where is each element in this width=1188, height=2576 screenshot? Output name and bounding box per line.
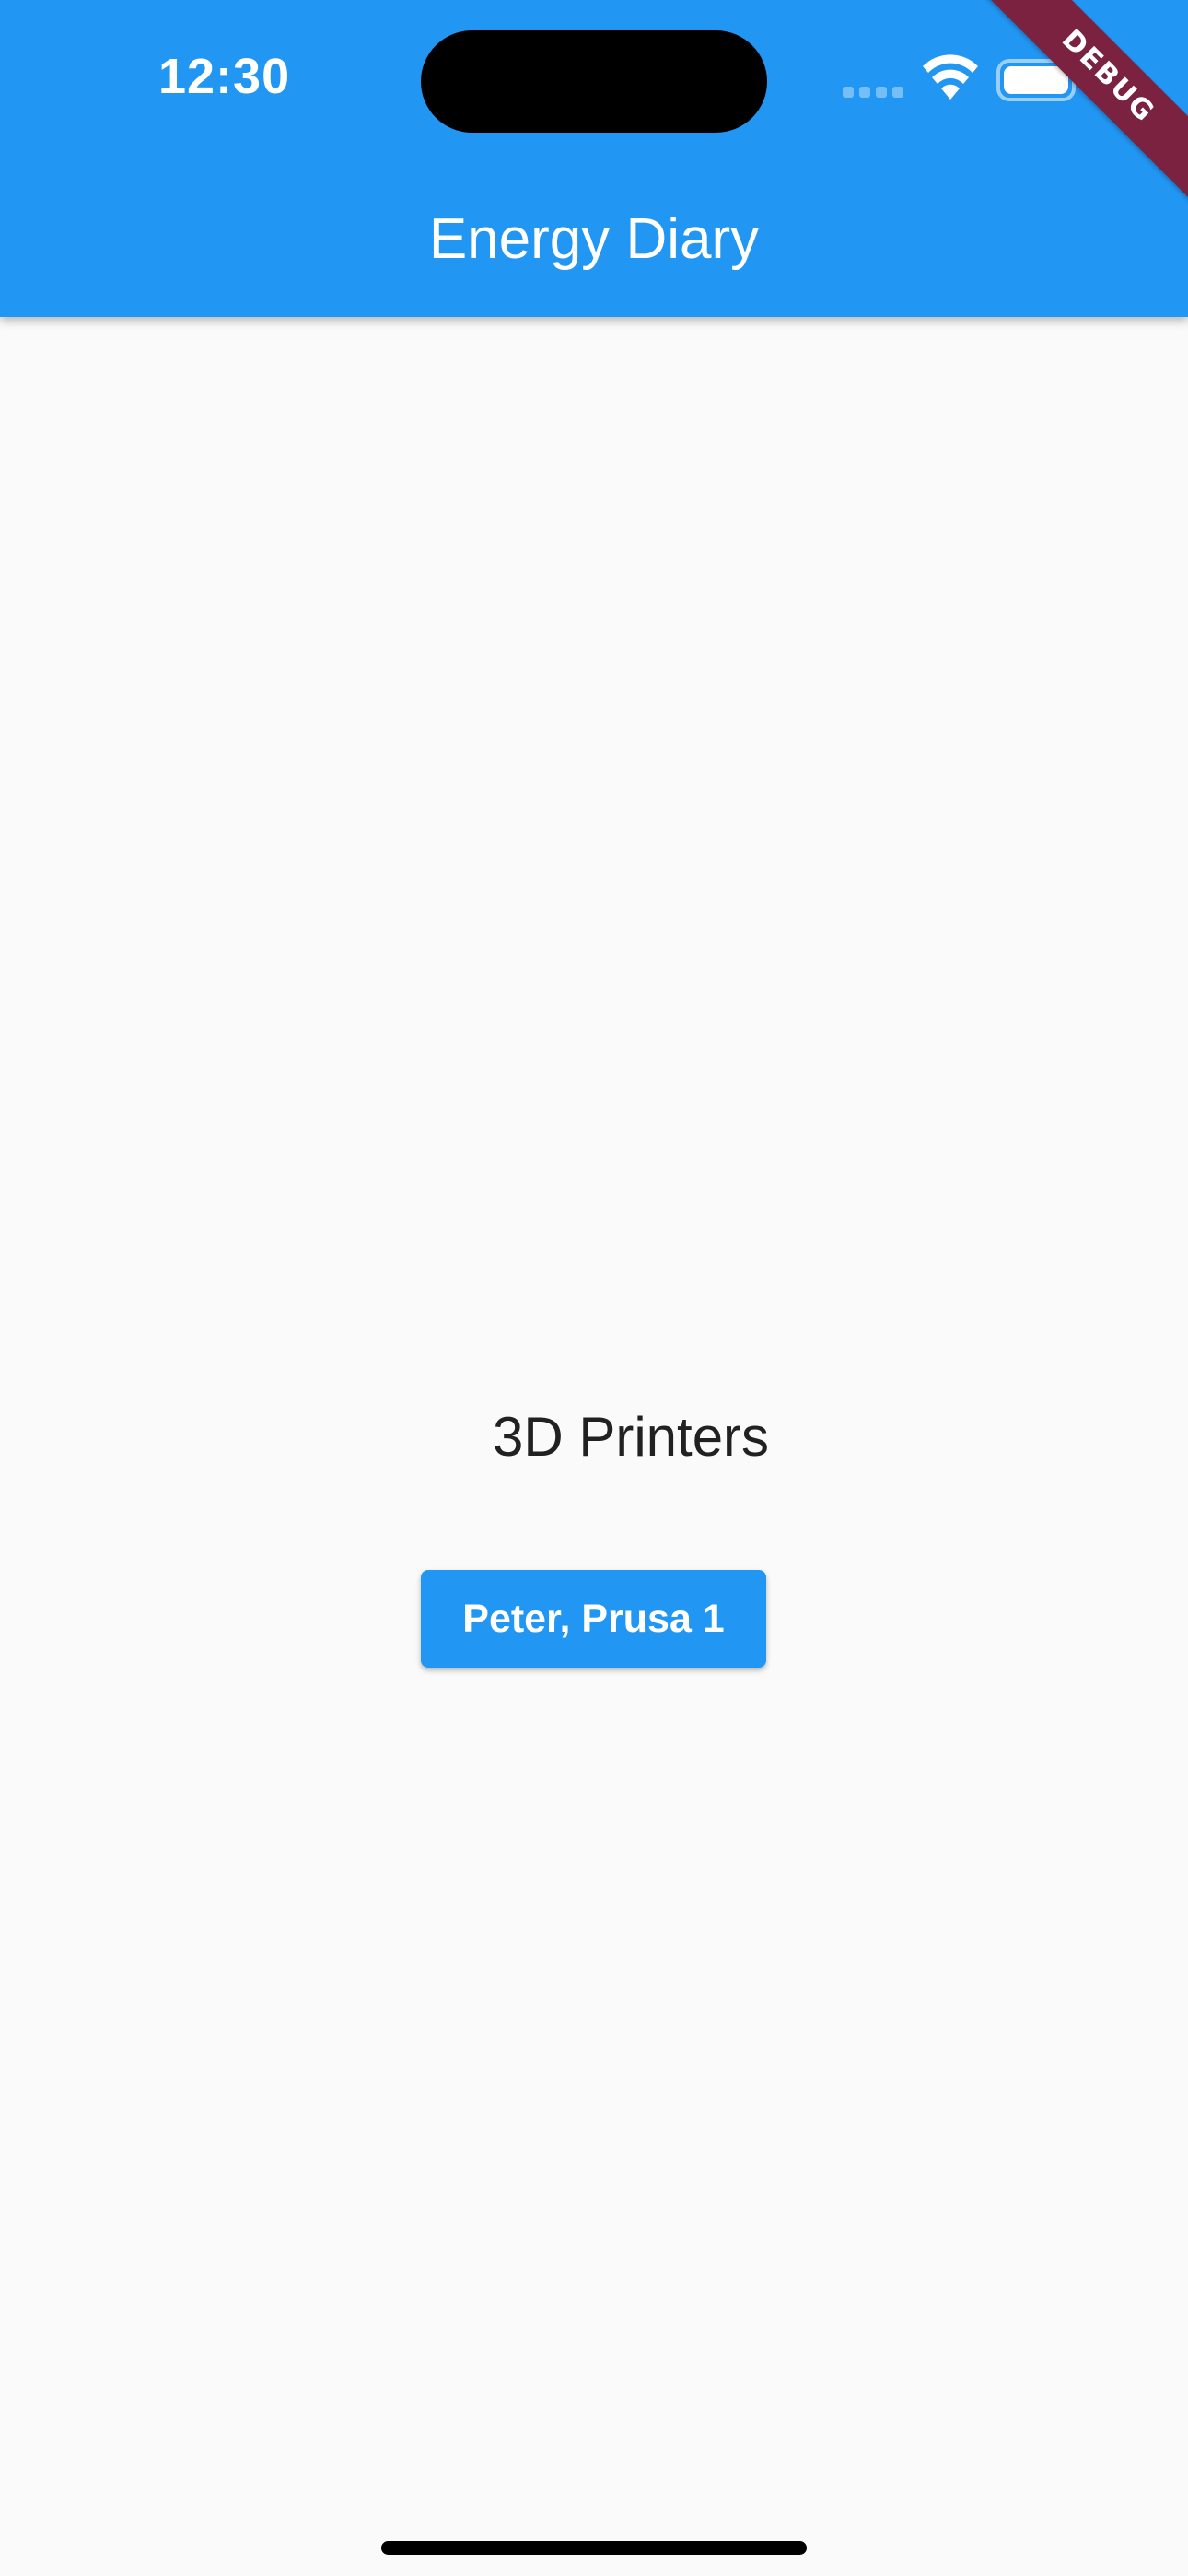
app-screen: 12:30 Energy Diary DEBUG 3D Printers Pet… (0, 0, 1188, 2576)
cellular-signal-icon (843, 87, 903, 98)
status-bar-time: 12:30 (158, 49, 291, 104)
app-bar: 12:30 Energy Diary (0, 0, 1188, 317)
app-title: Energy Diary (428, 207, 760, 271)
dynamic-island (421, 30, 767, 133)
home-indicator[interactable] (381, 2541, 807, 2555)
wifi-icon (923, 54, 978, 100)
section-heading: 3D Printers (492, 1406, 770, 1468)
printer-button[interactable]: Peter, Prusa 1 (421, 1570, 766, 1668)
